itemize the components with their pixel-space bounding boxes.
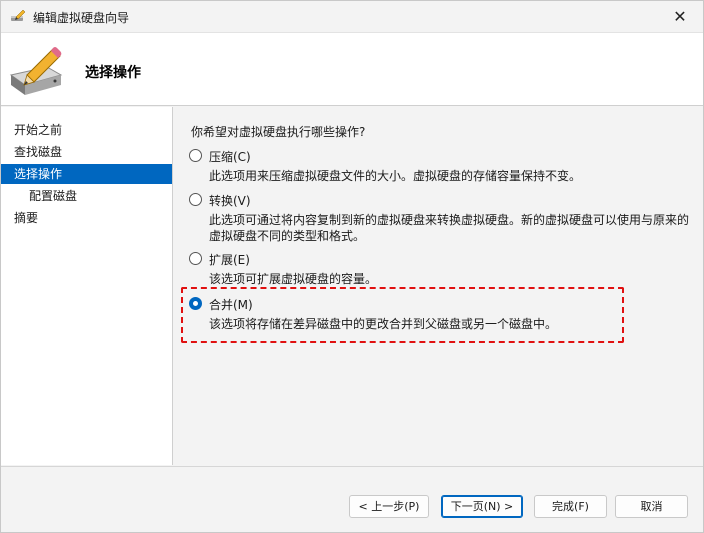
title-bar: 编辑虚拟硬盘向导 ✕ bbox=[1, 1, 703, 32]
radio-convert[interactable] bbox=[189, 193, 202, 206]
option-desc-expand: 该选项可扩展虚拟硬盘的容量。 bbox=[209, 272, 378, 286]
option-label-expand[interactable]: 扩展(E) bbox=[209, 251, 250, 268]
wizard-footer: < 上一步(P) 下一页(N) > 完成(F) 取消 bbox=[1, 466, 703, 532]
highlight-annotation bbox=[181, 287, 624, 343]
previous-button[interactable]: < 上一步(P) bbox=[349, 495, 429, 518]
cancel-button[interactable]: 取消 bbox=[615, 495, 688, 518]
next-button[interactable]: 下一页(N) > bbox=[441, 495, 523, 518]
close-button[interactable]: ✕ bbox=[657, 1, 703, 32]
question-label: 你希望对虚拟硬盘执行哪些操作? bbox=[191, 125, 366, 139]
disk-pencil-icon bbox=[9, 47, 63, 95]
radio-compact[interactable] bbox=[189, 149, 202, 162]
wizard-header: 选择操作 bbox=[1, 32, 703, 106]
nav-item-before-you-begin[interactable]: 开始之前 bbox=[1, 120, 172, 140]
finish-button[interactable]: 完成(F) bbox=[534, 495, 607, 518]
nav-item-choose-action[interactable]: 选择操作 bbox=[1, 164, 172, 184]
option-desc-convert: 此选项可通过将内容复制到新的虚拟硬盘来转换虚拟硬盘。新的虚拟硬盘可以使用与原来的… bbox=[209, 213, 690, 243]
option-desc-compact: 此选项用来压缩虚拟硬盘文件的大小。虚拟硬盘的存储容量保持不变。 bbox=[209, 169, 582, 183]
wizard-window: 编辑虚拟硬盘向导 ✕ 选择操作 开始之前 查找磁盘 选择操作 配置磁盘 摘要 你… bbox=[0, 0, 704, 533]
wizard-steps-nav: 开始之前 查找磁盘 选择操作 配置磁盘 摘要 bbox=[1, 107, 173, 465]
radio-expand[interactable] bbox=[189, 252, 202, 265]
main-panel: 你希望对虚拟硬盘执行哪些操作? 压缩(C) 此选项用来压缩虚拟硬盘文件的大小。虚… bbox=[174, 107, 703, 465]
disk-pencil-icon bbox=[11, 9, 26, 21]
nav-item-configure-disk[interactable]: 配置磁盘 bbox=[1, 186, 172, 206]
page-title: 选择操作 bbox=[85, 65, 141, 81]
option-label-compact[interactable]: 压缩(C) bbox=[209, 148, 251, 165]
nav-item-locate-disk[interactable]: 查找磁盘 bbox=[1, 142, 172, 162]
window-title: 编辑虚拟硬盘向导 bbox=[33, 11, 130, 25]
nav-item-summary[interactable]: 摘要 bbox=[1, 208, 172, 228]
option-label-convert[interactable]: 转换(V) bbox=[209, 192, 251, 209]
close-icon: ✕ bbox=[673, 7, 687, 26]
